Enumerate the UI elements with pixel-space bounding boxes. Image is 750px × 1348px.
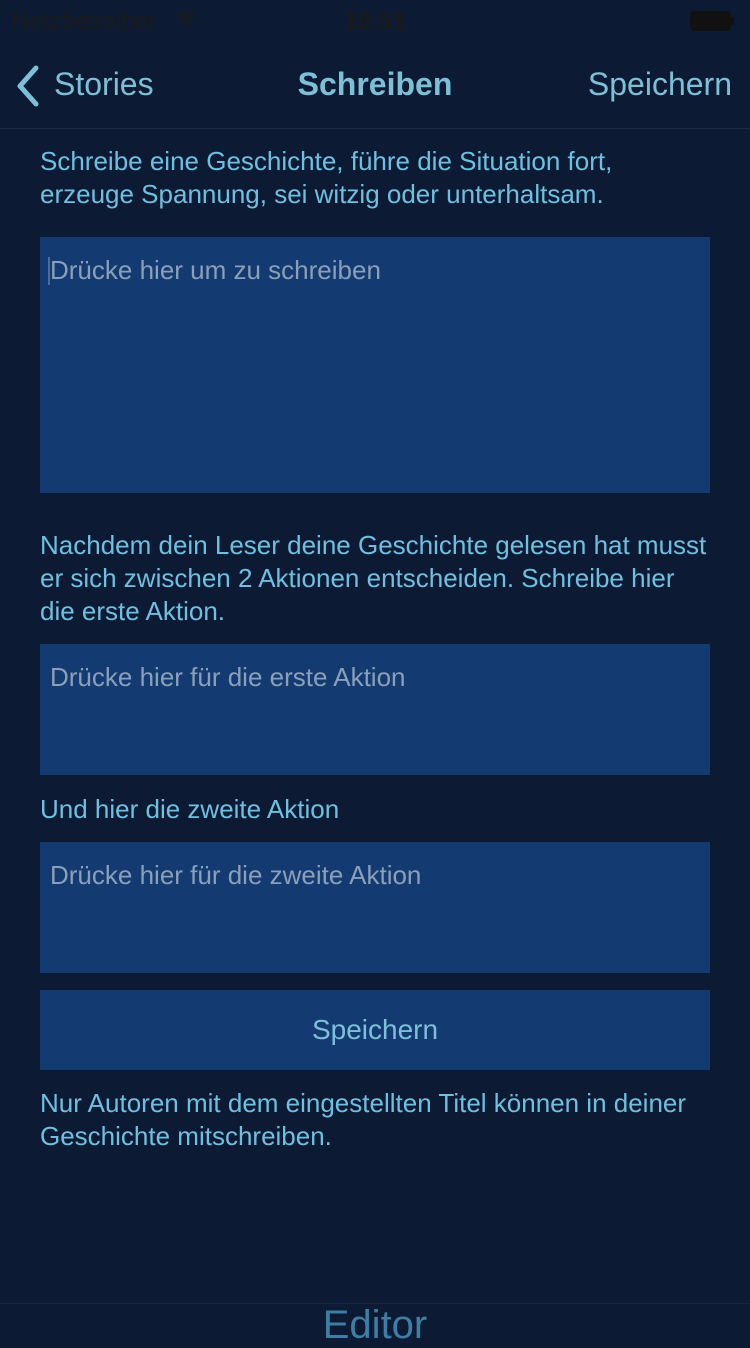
second-action-input[interactable]: Drücke hier für die zweite Aktion [40, 842, 710, 973]
story-placeholder: Drücke hier um zu schreiben [50, 255, 381, 285]
clock: 18:51 [344, 8, 406, 35]
first-action-placeholder: Drücke hier für die erste Aktion [50, 662, 406, 692]
actions-instruction-text: Nachdem dein Leser deine Geschichte gele… [40, 530, 707, 626]
tab-editor[interactable]: Editor [0, 1302, 750, 1348]
battery-icon [690, 11, 734, 31]
footer-note: Nur Autoren mit dem eingestellten Titel … [40, 1088, 687, 1151]
first-action-input[interactable]: Drücke hier für die erste Aktion [40, 644, 710, 775]
intro-text: Schreibe eine Geschichte, führe die Situ… [40, 146, 613, 209]
text-cursor [48, 257, 50, 285]
status-bar: Netzbetreiber 18:51 [0, 0, 750, 40]
navigation-bar: Stories Schreiben Speichern [0, 40, 750, 129]
story-input[interactable]: Drücke hier um zu schreiben [40, 237, 710, 493]
second-action-placeholder: Drücke hier für die zweite Aktion [50, 860, 422, 890]
save-nav-button[interactable]: Speichern [588, 66, 732, 103]
second-action-label: Und hier die zweite Aktion [40, 794, 340, 824]
save-button[interactable]: Speichern [40, 990, 710, 1070]
